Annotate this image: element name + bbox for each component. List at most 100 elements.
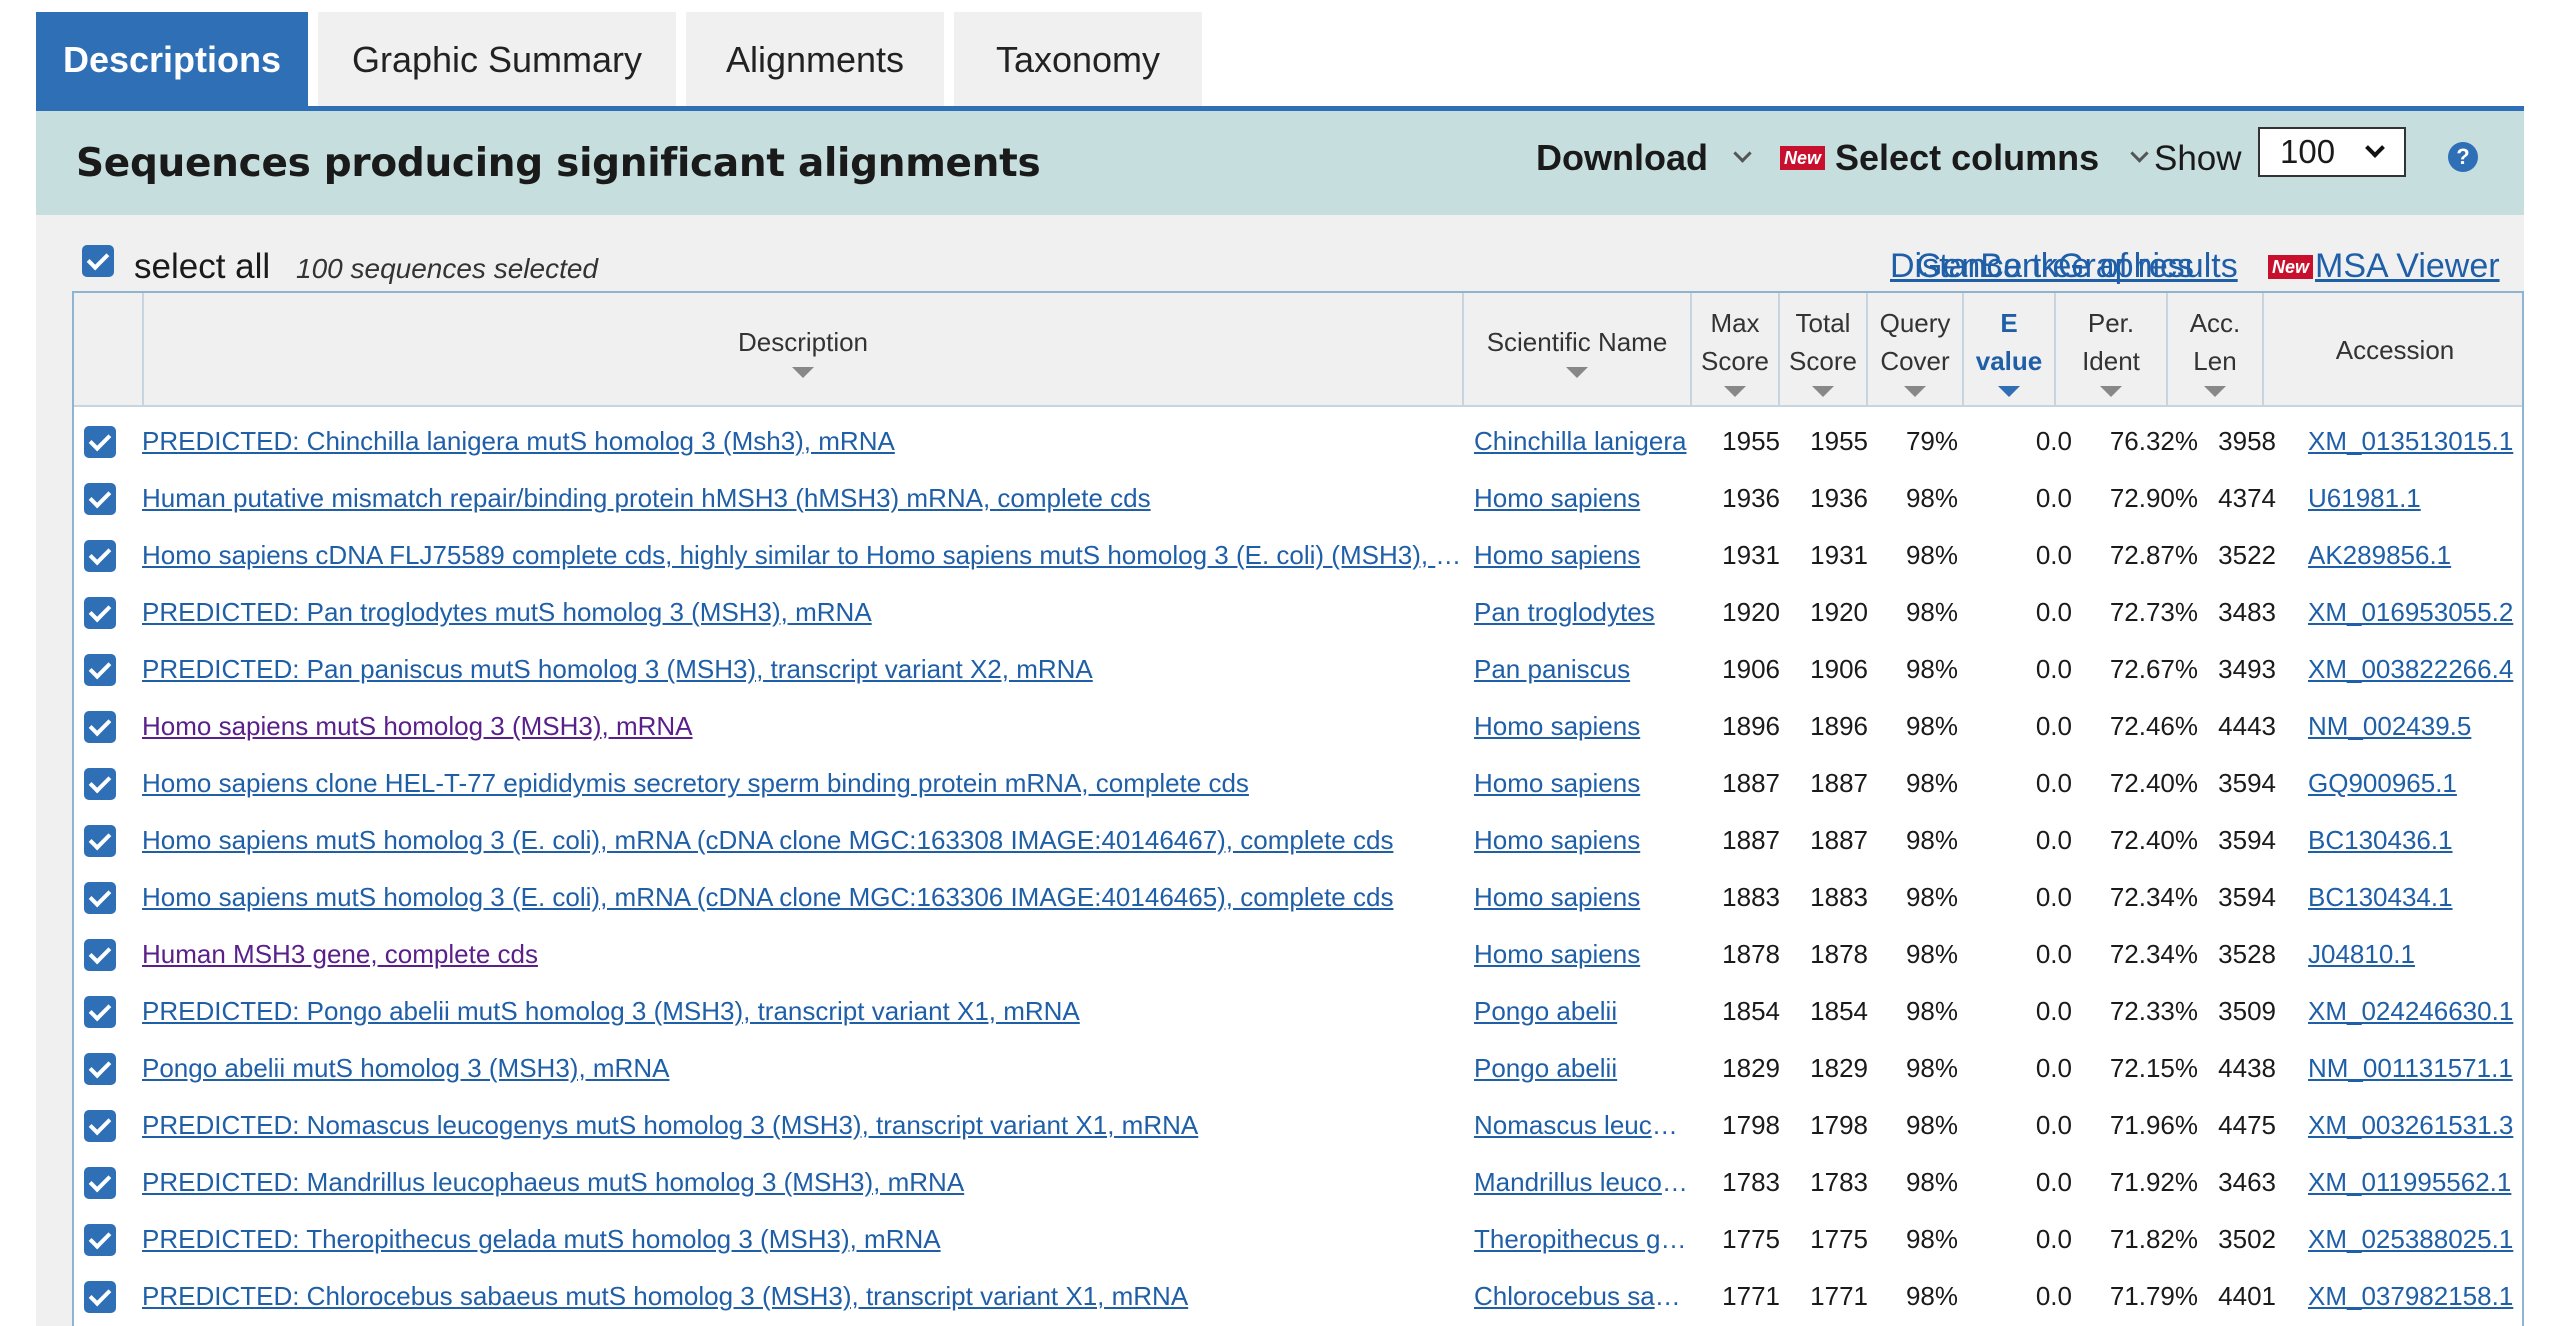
- description-link[interactable]: PREDICTED: Pongo abelii mutS homolog 3 (…: [142, 983, 1462, 1040]
- description-link[interactable]: PREDICTED: Theropithecus gelada mutS hom…: [142, 1211, 1462, 1268]
- tab-graphic-summary[interactable]: Graphic Summary: [318, 12, 676, 108]
- column-total-score[interactable]: Total Score: [1778, 293, 1866, 407]
- column-per-ident[interactable]: Per. Ident: [2054, 293, 2166, 407]
- accession-link[interactable]: XM_013513015.1: [2308, 413, 2518, 470]
- sort-icon[interactable]: [2100, 385, 2122, 397]
- row-checkbox[interactable]: [84, 768, 116, 800]
- description-link[interactable]: PREDICTED: Chinchilla lanigera mutS homo…: [142, 413, 1462, 470]
- row-checkbox[interactable]: [84, 654, 116, 686]
- row-checkbox[interactable]: [84, 1281, 116, 1313]
- column-description[interactable]: Description: [142, 293, 1462, 407]
- description-link[interactable]: PREDICTED: Mandrillus leucophaeus mutS h…: [142, 1154, 1462, 1211]
- scientific-name-link[interactable]: Chinchilla lanigera: [1474, 413, 1689, 470]
- scientific-name-link[interactable]: Homo sapiens: [1474, 926, 1689, 983]
- scientific-name-link[interactable]: Pongo abelii: [1474, 983, 1689, 1040]
- description-link[interactable]: Human MSH3 gene, complete cds: [142, 926, 1462, 983]
- row-checkbox[interactable]: [84, 1224, 116, 1256]
- select-all-label[interactable]: select all: [134, 247, 270, 287]
- scientific-name-link[interactable]: Homo sapiens: [1474, 812, 1689, 869]
- row-checkbox[interactable]: [84, 597, 116, 629]
- scientific-name-link[interactable]: Mandrillus leucophaeus: [1474, 1154, 1689, 1211]
- description-link[interactable]: PREDICTED: Chlorocebus sabaeus mutS homo…: [142, 1268, 1462, 1325]
- column-scientific-name[interactable]: Scientific Name: [1462, 293, 1690, 407]
- accession-link[interactable]: U61981.1: [2308, 470, 2518, 527]
- accession-link[interactable]: AK289856.1: [2308, 527, 2518, 584]
- accession-link[interactable]: NM_001131571.1: [2308, 1040, 2518, 1097]
- sort-icon[interactable]: [792, 366, 814, 378]
- row-checkbox[interactable]: [84, 882, 116, 914]
- row-checkbox[interactable]: [84, 996, 116, 1028]
- accession-link[interactable]: XM_003261531.3: [2308, 1097, 2518, 1154]
- row-checkbox[interactable]: [84, 939, 116, 971]
- scientific-name-link[interactable]: Theropithecus gelada: [1474, 1211, 1689, 1268]
- scientific-name-link[interactable]: Pongo abelii: [1474, 1040, 1689, 1097]
- description-link[interactable]: Pongo abelii mutS homolog 3 (MSH3), mRNA: [142, 1040, 1462, 1097]
- accession-link[interactable]: XM_037982158.1: [2308, 1268, 2518, 1325]
- sort-icon[interactable]: [1998, 385, 2020, 397]
- scientific-name-link[interactable]: Homo sapiens: [1474, 527, 1689, 584]
- accession-link[interactable]: XM_011995562.1: [2308, 1154, 2518, 1211]
- row-checkbox[interactable]: [84, 711, 116, 743]
- sort-icon[interactable]: [1566, 366, 1588, 378]
- download-menu[interactable]: Download: [1536, 137, 1752, 179]
- show-count-select[interactable]: 100: [2258, 127, 2406, 177]
- e-value: 0.0: [2035, 1110, 2072, 1140]
- accession-link[interactable]: XM_003822266.4: [2308, 641, 2518, 698]
- row-checkbox[interactable]: [84, 483, 116, 515]
- column-e-value[interactable]: E value: [1962, 293, 2054, 407]
- scientific-name-link[interactable]: Chlorocebus sabaeus: [1474, 1268, 1689, 1325]
- per-ident: 72.46%: [2109, 711, 2198, 741]
- scientific-name-link[interactable]: Homo sapiens: [1474, 755, 1689, 812]
- scientific-name-link[interactable]: Homo sapiens: [1474, 869, 1689, 926]
- description-link[interactable]: Homo sapiens mutS homolog 3 (E. coli), m…: [142, 869, 1462, 926]
- scientific-name-link[interactable]: Homo sapiens: [1474, 470, 1689, 527]
- description-link[interactable]: Homo sapiens mutS homolog 3 (MSH3), mRNA: [142, 698, 1462, 755]
- new-badge: New: [1780, 146, 1826, 170]
- sort-icon[interactable]: [1724, 385, 1746, 397]
- tab-taxonomy[interactable]: Taxonomy: [954, 12, 1202, 108]
- scientific-name-link[interactable]: Pan paniscus: [1474, 641, 1689, 698]
- query-cover: 98%: [1905, 711, 1958, 741]
- row-checkbox[interactable]: [84, 426, 116, 458]
- select-columns-menu[interactable]: New Select columns: [1780, 137, 2149, 179]
- scientific-name-link[interactable]: Pan troglodytes: [1474, 584, 1689, 641]
- column-query-cover-label: Cover: [1880, 345, 1950, 376]
- accession-link[interactable]: GQ900965.1: [2308, 755, 2518, 812]
- description-link[interactable]: PREDICTED: Nomascus leucogenys mutS homo…: [142, 1097, 1462, 1154]
- accession-link[interactable]: NM_002439.5: [2308, 698, 2518, 755]
- column-acc-len[interactable]: Acc. Len: [2166, 293, 2262, 407]
- distance-tree-link[interactable]: Distance tree of results: [1890, 247, 2238, 286]
- show-count-value: 100: [2280, 133, 2336, 170]
- description-link[interactable]: PREDICTED: Pan paniscus mutS homolog 3 (…: [142, 641, 1462, 698]
- accession-link[interactable]: XM_025388025.1: [2308, 1211, 2518, 1268]
- description-link[interactable]: Homo sapiens mutS homolog 3 (E. coli), m…: [142, 812, 1462, 869]
- accession-link[interactable]: BC130434.1: [2308, 869, 2518, 926]
- table-row: PREDICTED: Theropithecus gelada mutS hom…: [74, 1211, 2522, 1268]
- accession-link[interactable]: XM_024246630.1: [2308, 983, 2518, 1040]
- sort-icon[interactable]: [1812, 385, 1834, 397]
- question-circle-icon[interactable]: ?: [2448, 142, 2478, 172]
- column-query-cover[interactable]: Query Cover: [1866, 293, 1962, 407]
- sort-icon[interactable]: [2204, 385, 2226, 397]
- accession-link[interactable]: BC130436.1: [2308, 812, 2518, 869]
- column-max-score[interactable]: Max Score: [1690, 293, 1778, 407]
- select-all-checkbox[interactable]: [82, 245, 114, 277]
- description-link[interactable]: Homo sapiens cDNA FLJ75589 complete cds,…: [142, 527, 1462, 584]
- accession-link[interactable]: J04810.1: [2308, 926, 2518, 983]
- description-link[interactable]: Human putative mismatch repair/binding p…: [142, 470, 1462, 527]
- description-link[interactable]: PREDICTED: Pan troglodytes mutS homolog …: [142, 584, 1462, 641]
- accession-link[interactable]: XM_016953055.2: [2308, 584, 2518, 641]
- tab-alignments[interactable]: Alignments: [686, 12, 944, 108]
- description-link[interactable]: Homo sapiens clone HEL-T-77 epididymis s…: [142, 755, 1462, 812]
- scientific-name-link[interactable]: Nomascus leucogenys: [1474, 1097, 1689, 1154]
- column-accession[interactable]: Accession: [2262, 293, 2522, 407]
- row-checkbox[interactable]: [84, 1053, 116, 1085]
- msa-viewer-link[interactable]: New MSA Viewer: [2268, 247, 2500, 286]
- tab-descriptions[interactable]: Descriptions: [36, 12, 308, 108]
- row-checkbox[interactable]: [84, 1110, 116, 1142]
- sort-icon[interactable]: [1904, 385, 1926, 397]
- row-checkbox[interactable]: [84, 825, 116, 857]
- row-checkbox[interactable]: [84, 1167, 116, 1199]
- scientific-name-link[interactable]: Homo sapiens: [1474, 698, 1689, 755]
- row-checkbox[interactable]: [84, 540, 116, 572]
